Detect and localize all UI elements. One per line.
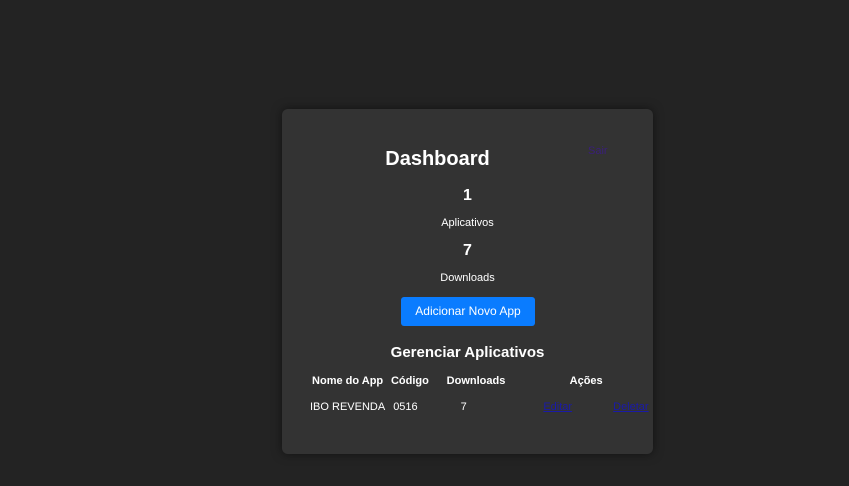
cell-app-name: IBO REVENDA — [310, 401, 386, 413]
page-title: Dashboard — [282, 147, 653, 171]
dashboard-card: Sair Dashboard 1 Aplicativos 7 Downloads… — [282, 109, 653, 454]
apps-count: 1 — [463, 187, 472, 204]
delete-link[interactable]: Deletar — [613, 401, 648, 413]
table-row: IBO REVENDA 0516 7 Editar Deletar — [308, 391, 653, 423]
downloads-count-label: Downloads — [440, 272, 495, 284]
downloads-count: 7 — [463, 242, 472, 259]
header-actions: Ações — [569, 375, 603, 387]
add-app-button[interactable]: Adicionar Novo App — [401, 297, 535, 326]
cell-downloads: 7 — [460, 401, 467, 413]
table-header-row: Nome do App Código Downloads Ações — [308, 371, 653, 391]
header-app-name: Nome do App — [312, 375, 384, 387]
header-downloads: Downloads — [446, 375, 506, 387]
page-title-text: Dashboard — [385, 148, 490, 170]
header-code: Código — [390, 375, 429, 387]
apps-count-label: Aplicativos — [441, 217, 494, 229]
manage-apps-title: Gerenciar Aplicativos — [390, 344, 545, 361]
apps-table: Nome do App Código Downloads Ações IBO R… — [308, 371, 653, 423]
edit-link[interactable]: Editar — [543, 401, 572, 413]
cell-actions: Editar Deletar — [519, 391, 653, 423]
cell-code: 0516 — [393, 401, 418, 413]
